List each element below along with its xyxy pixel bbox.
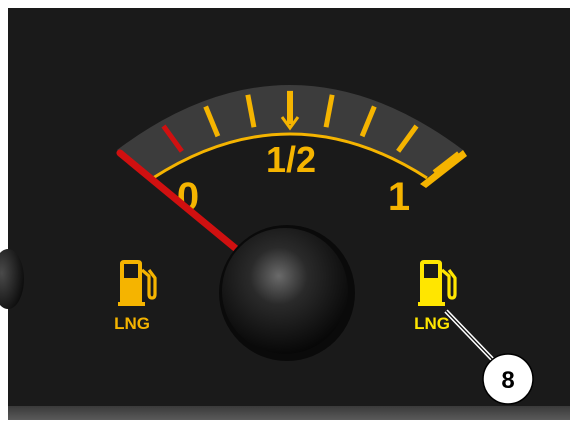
- lng-indicator-right: LNG: [414, 260, 457, 333]
- callout-number: 8: [501, 367, 514, 394]
- half-label: 1/2: [266, 139, 316, 180]
- needle-hub: [222, 228, 348, 354]
- lng-label-right: LNG: [414, 314, 450, 333]
- full-label: 1: [388, 175, 410, 219]
- lng-indicator-left: LNG: [114, 260, 157, 333]
- lng-label-left: LNG: [114, 314, 150, 333]
- bottom-trim-strip: [8, 406, 570, 420]
- gauge-illustration: 0 1/2 1 LNG LNG 8: [0, 0, 576, 424]
